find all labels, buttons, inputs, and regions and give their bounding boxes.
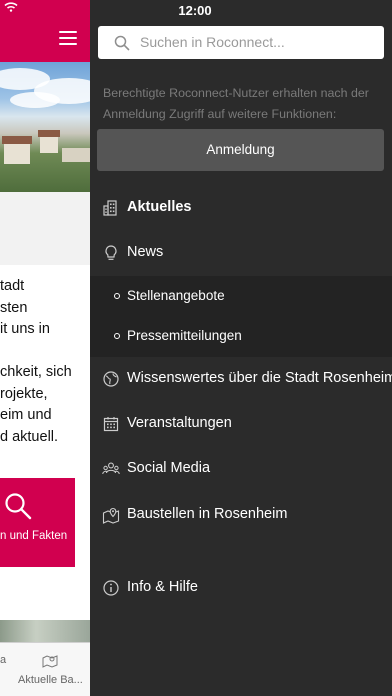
bullet-icon	[114, 293, 120, 299]
tab-label: Aktuelle Ba...	[18, 674, 83, 686]
search-placeholder: Suchen in Roconnect...	[140, 34, 285, 50]
submenu-item-stellenangebote[interactable]: Stellenangebote	[90, 279, 392, 315]
text-line: eim und	[0, 407, 52, 423]
lightbulb-icon	[105, 245, 117, 260]
navigation-drawer: 12:00 Suchen in Roconnect... Berechtigte…	[90, 0, 392, 696]
facts-card-label: n und Fakten	[0, 530, 68, 542]
login-info-text: Berechtigte Roconnect-Nutzer erhalten na…	[103, 86, 369, 121]
menu-item-label: Wissenswertes über die Stadt Rosenheim	[127, 370, 392, 386]
status-time: 12:00	[178, 3, 212, 18]
text-line: tadt	[0, 278, 25, 294]
globe-icon	[103, 371, 119, 387]
login-button-label: Anmeldung	[206, 142, 275, 157]
menu-item-label: News	[127, 244, 164, 260]
menu-item-label: Aktuelles	[127, 199, 192, 215]
tab-aktuelle-baustellen[interactable]: Aktuelle Ba...	[16, 650, 90, 690]
tab-label-partial: a	[0, 654, 7, 666]
city-photo	[0, 62, 90, 192]
search-icon	[5, 493, 32, 520]
search-input[interactable]: Suchen in Roconnect...	[98, 26, 384, 59]
text-line: rojekte,	[0, 385, 48, 402]
calendar-icon	[103, 417, 119, 432]
text-line	[0, 341, 90, 363]
menu-item-baustellen[interactable]: Baustellen in Rosenheim	[90, 495, 392, 535]
menu-item-social-media[interactable]: Social Media	[90, 449, 392, 489]
text-line: chkeit, sich	[0, 364, 72, 380]
background-app: tadt sten it uns in chkeit, sich rojekte…	[0, 0, 90, 696]
submenu-item-label: Pressemitteilungen	[127, 328, 242, 343]
building-icon	[103, 200, 117, 216]
text-line: sten	[0, 299, 28, 316]
background-divider	[0, 192, 90, 265]
menu-item-label: Info & Hilfe	[127, 579, 198, 595]
submenu-item-pressemitteilungen[interactable]: Pressemitteilungen	[90, 319, 392, 355]
menu-item-label: Baustellen in Rosenheim	[127, 506, 288, 522]
menu-item-veranstaltungen[interactable]: Veranstaltungen	[90, 404, 392, 444]
menu-item-info-hilfe[interactable]: Info & Hilfe	[90, 568, 392, 608]
search-icon	[114, 35, 130, 51]
map-pin-icon	[102, 507, 120, 524]
text-line: it uns in	[0, 321, 50, 337]
wifi-icon	[4, 2, 18, 12]
background-photo	[0, 620, 90, 642]
background-article-text: tadt sten it uns in chkeit, sich rojekte…	[0, 276, 90, 448]
text-line: d aktuell.	[0, 428, 59, 445]
map-pin-icon	[42, 655, 58, 668]
menu-item-label: Social Media	[127, 460, 211, 476]
menu-icon[interactable]	[59, 31, 77, 45]
news-submenu: Stellenangebote Pressemitteilungen	[90, 276, 392, 357]
bullet-icon	[114, 333, 120, 339]
menu-item-news[interactable]: News	[90, 233, 392, 273]
info-icon	[103, 580, 119, 596]
people-icon	[102, 462, 120, 475]
submenu-item-label: Stellenangebote	[127, 288, 225, 303]
login-button[interactable]: Anmeldung	[97, 129, 384, 171]
menu-item-wissenswertes[interactable]: Wissenswertes über die Stadt Rosenheim	[90, 359, 392, 399]
menu-item-aktuelles[interactable]: Aktuelles	[90, 188, 392, 228]
facts-card[interactable]	[0, 478, 75, 567]
background-app-header	[0, 0, 90, 62]
menu-item-label: Veranstaltungen	[127, 415, 232, 431]
